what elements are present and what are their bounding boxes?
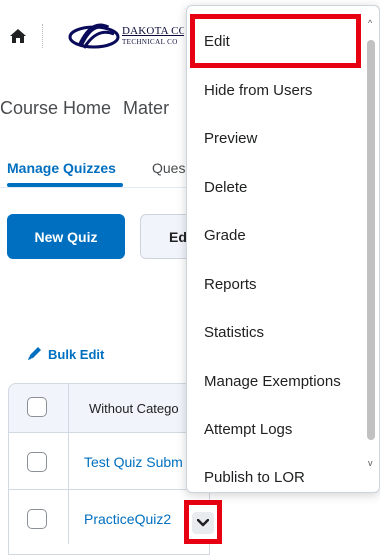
menu-item-preview[interactable]: Preview — [204, 130, 257, 147]
chevron-down-icon — [197, 519, 209, 527]
menu-item-grade[interactable]: Grade — [204, 227, 246, 244]
menu-item-reports[interactable]: Reports — [204, 276, 257, 293]
nav-divider — [42, 24, 43, 48]
nav-course-home[interactable]: Course Home — [0, 98, 111, 118]
college-logo[interactable]: DAKOTA CO TECHNICAL CO — [66, 22, 184, 52]
tab-manage-quizzes[interactable]: Manage Quizzes — [7, 160, 116, 176]
new-quiz-button[interactable]: New Quiz — [7, 214, 125, 259]
select-all-checkbox[interactable] — [27, 397, 47, 417]
menu-item-attempt-logs[interactable]: Attempt Logs — [204, 421, 292, 438]
highlight-box — [190, 14, 361, 68]
logo-mark-icon — [68, 23, 120, 49]
quiz-actions-dropdown[interactable] — [192, 512, 214, 534]
table-column-divider — [68, 384, 69, 544]
quiz-context-menu — [186, 5, 380, 493]
row-checkbox[interactable] — [27, 452, 47, 472]
pencil-icon — [28, 347, 41, 360]
bulk-edit-button[interactable]: Bulk Edit — [48, 347, 104, 362]
nav-materials[interactable]: Mater — [123, 98, 169, 118]
menu-scrollbar[interactable] — [367, 40, 375, 440]
logo-text-line1: DAKOTA CO — [122, 25, 184, 37]
row-checkbox[interactable] — [27, 509, 47, 529]
tabs-divider — [0, 187, 190, 188]
course-navbar: Course Home Mater — [0, 98, 181, 119]
category-header: Without Catego — [89, 401, 179, 416]
menu-item-publish-to-lor[interactable]: Publish to LOR — [204, 469, 305, 485]
scroll-up-arrow[interactable]: ^ — [368, 18, 372, 28]
row-divider — [8, 432, 208, 433]
menu-item-manage-exemptions[interactable]: Manage Exemptions — [204, 373, 341, 390]
quiz-link[interactable]: Test Quiz Subm — [84, 454, 183, 470]
logo-text-line2: TECHNICAL CO — [122, 38, 178, 46]
menu-item-delete[interactable]: Delete — [204, 179, 247, 196]
menu-item-hide-from-users[interactable]: Hide from Users — [204, 82, 312, 99]
menu-item-statistics[interactable]: Statistics — [204, 324, 264, 341]
quiz-link[interactable]: PracticeQuiz2 — [84, 511, 171, 527]
scroll-down-arrow[interactable]: v — [368, 458, 373, 468]
row-divider — [8, 489, 208, 490]
home-icon[interactable] — [9, 28, 27, 44]
tab-question-library[interactable]: Ques — [152, 160, 185, 176]
